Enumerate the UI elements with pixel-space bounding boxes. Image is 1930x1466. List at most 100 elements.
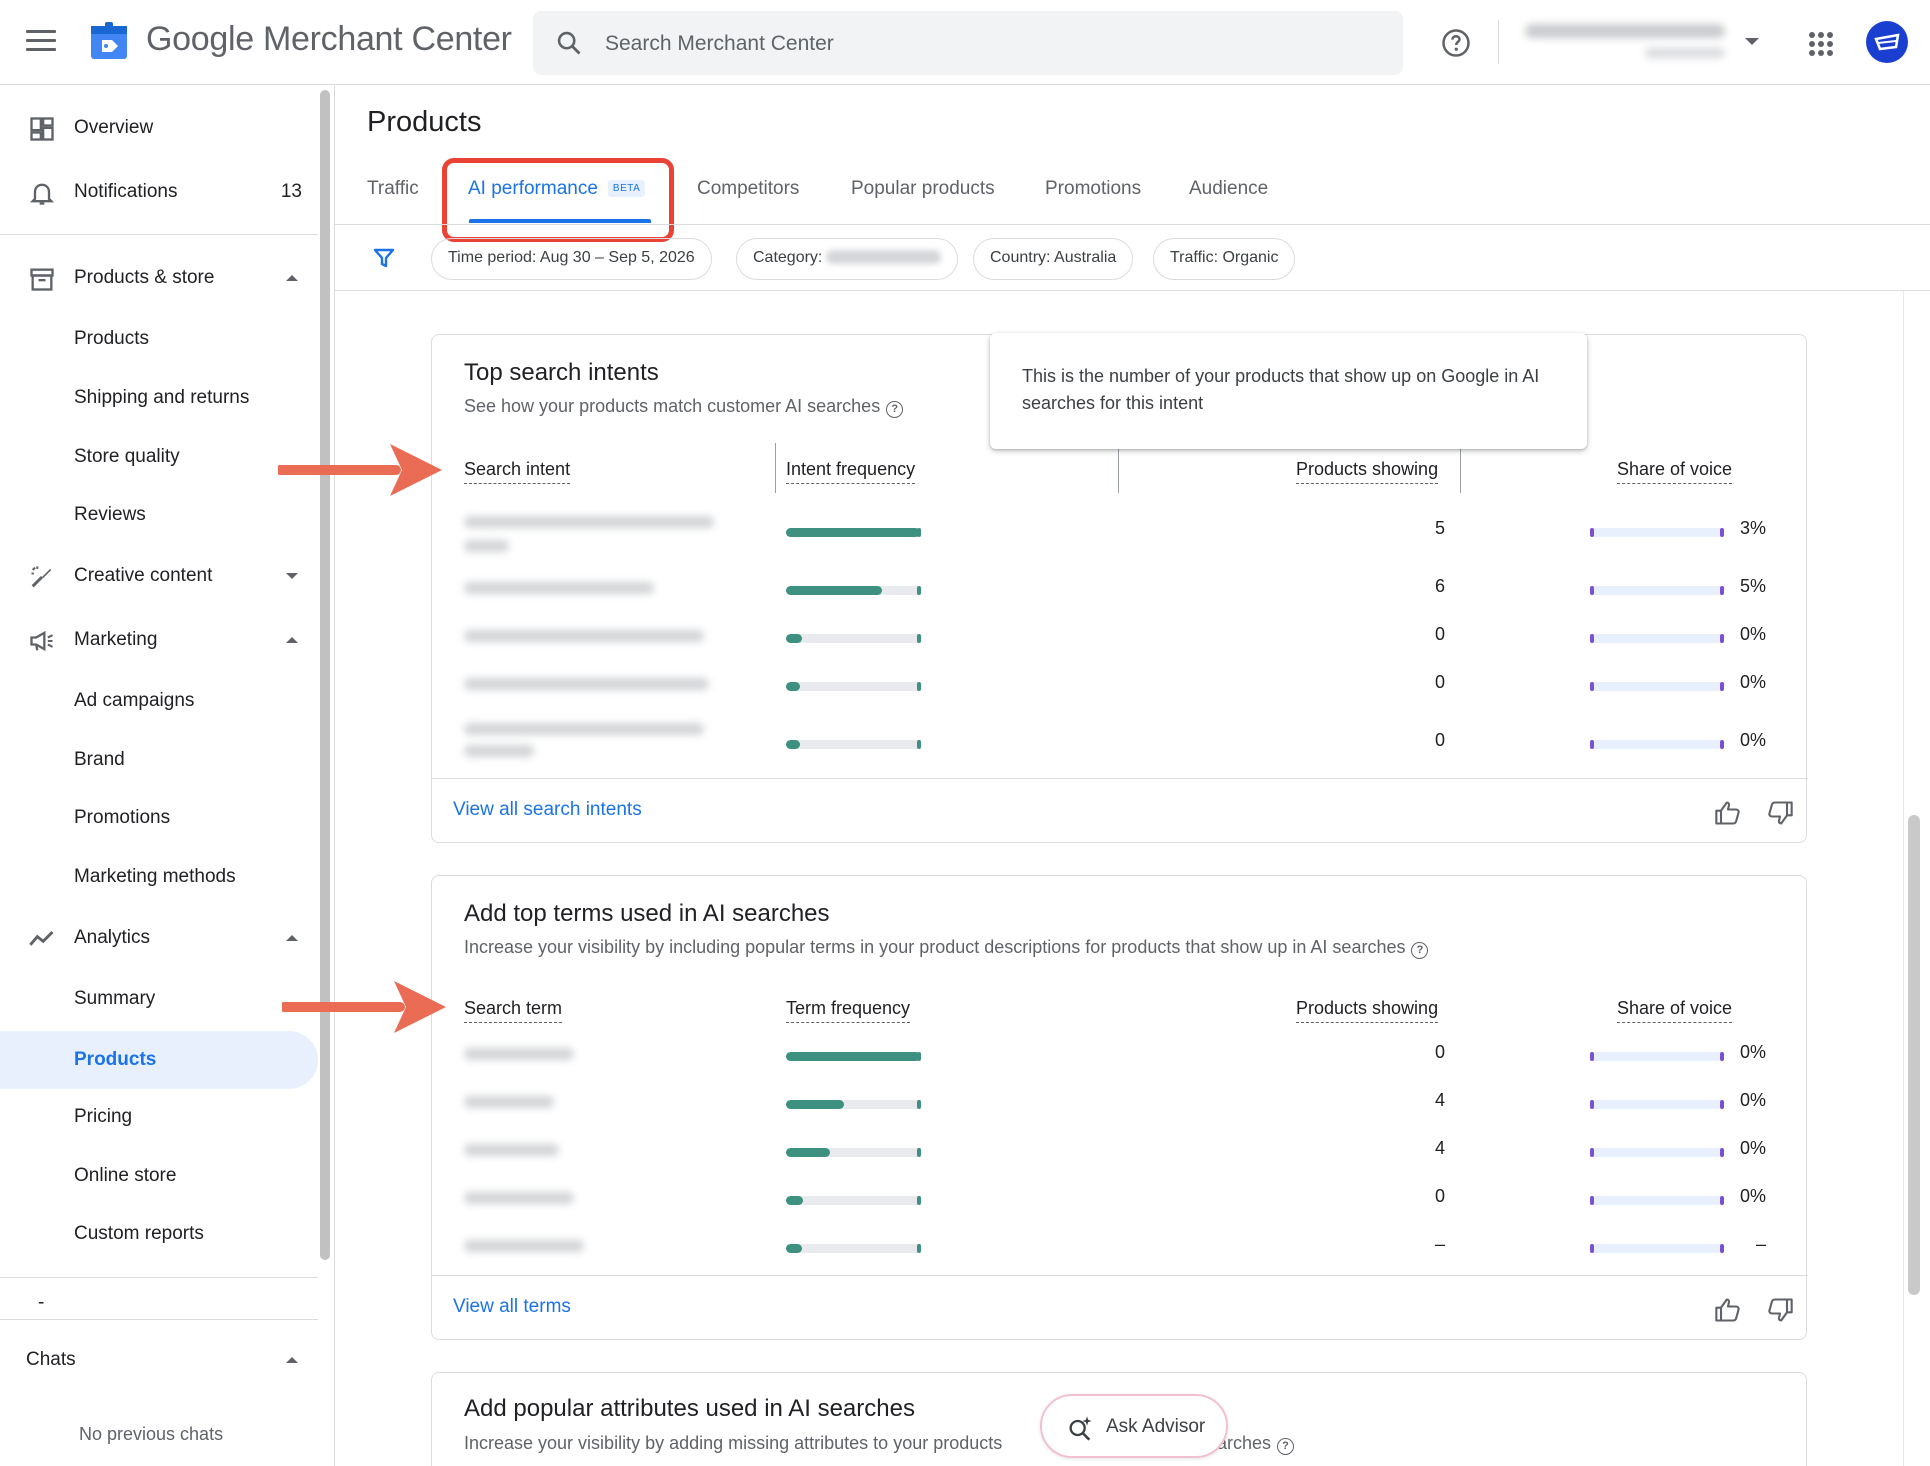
sidebar-item-label: Promotions [74, 807, 171, 828]
sidebar-item-pricing[interactable]: Pricing [0, 1088, 318, 1146]
sidebar-item-label: Creative content [74, 565, 213, 586]
sidebar-item-products[interactable]: Products [0, 310, 318, 368]
sidebar-item-shipping[interactable]: Shipping and returns [0, 369, 318, 427]
filter-chip-traffic[interactable]: Traffic: Organic [1153, 238, 1296, 280]
sidebar-item-overview[interactable]: Overview [0, 96, 318, 160]
sidebar-scrollbar[interactable] [320, 90, 330, 1260]
redacted-search-term [464, 1144, 559, 1156]
search-box[interactable]: Search Merchant Center [533, 11, 1403, 75]
share-of-voice-bar [1590, 1100, 1724, 1109]
sidebar-item-marketing-methods[interactable]: Marketing methods [0, 848, 318, 906]
frequency-bar-end [917, 682, 921, 691]
sidebar-item-promotions[interactable]: Promotions [0, 789, 318, 847]
filter-chip-category[interactable]: Category: [736, 238, 959, 280]
column-header-share-of-voice[interactable]: Share of voice [1617, 459, 1733, 484]
avatar[interactable] [1866, 21, 1908, 63]
sov-bar-start [1590, 682, 1594, 691]
sidebar-dash: - [38, 1292, 45, 1313]
sidebar-item-brand[interactable]: Brand [0, 731, 318, 789]
column-header-products-showing[interactable]: Products showing [1296, 998, 1439, 1023]
help-icon[interactable]: ? [886, 401, 904, 418]
store-icon [30, 268, 54, 291]
tab-label: AI performance [468, 178, 598, 199]
tab-audience[interactable]: Audience [1189, 178, 1268, 200]
sidebar-item-store-quality[interactable]: Store quality [0, 428, 318, 486]
products-showing-value: 0 [1434, 624, 1445, 644]
view-all-search-intents-link[interactable]: View all search intents [453, 799, 642, 821]
sidebar-item-custom-reports[interactable]: Custom reports [0, 1205, 318, 1263]
tab-ai-performance[interactable]: AI performance BETA [468, 178, 646, 200]
share-of-voice-bar [1590, 586, 1724, 595]
sidebar-item-ad-campaigns[interactable]: Ad campaigns [0, 672, 318, 730]
chats-section-header[interactable]: Chats [0, 1328, 318, 1392]
ask-advisor-button[interactable]: Ask Advisor [1040, 1394, 1228, 1458]
thumbs-down-icon[interactable] [1766, 1296, 1794, 1324]
redacted-search-term [464, 1192, 574, 1204]
sidebar-item-label: Marketing methods [74, 866, 236, 887]
header-divider [1498, 20, 1499, 64]
column-header-term-frequency[interactable]: Term frequency [786, 998, 911, 1023]
sidebar-item-creative-content[interactable]: Creative content [0, 544, 318, 608]
sov-bar-start [1590, 634, 1594, 643]
column-header-search-term[interactable]: Search term [464, 998, 563, 1023]
share-of-voice-value: 3% [1739, 518, 1766, 538]
chevron-down-icon[interactable] [1745, 38, 1759, 45]
frequency-bar [786, 740, 921, 749]
sov-bar-start [1590, 528, 1594, 537]
sidebar-item-label: Custom reports [74, 1223, 204, 1244]
sidebar-divider [0, 234, 318, 235]
share-of-voice-bar [1590, 1052, 1724, 1061]
notification-count: 13 [280, 181, 302, 202]
tabs-divider [335, 224, 1930, 225]
help-icon[interactable]: ? [1411, 942, 1429, 959]
sidebar-item-notifications[interactable]: Notifications 13 [0, 160, 318, 224]
card-title: Top search intents [464, 359, 659, 386]
sidebar-item-label: Products [74, 328, 149, 349]
help-icon[interactable]: ? [1277, 1438, 1295, 1455]
search-input[interactable]: Search Merchant Center [605, 32, 834, 56]
column-header-search-intent[interactable]: Search intent [464, 459, 571, 484]
sov-bar-start [1590, 586, 1594, 595]
tab-promotions[interactable]: Promotions [1045, 178, 1141, 200]
filter-icon[interactable] [372, 246, 396, 270]
sidebar-item-online-store[interactable]: Online store [0, 1147, 318, 1205]
tab-competitors[interactable]: Competitors [697, 178, 799, 200]
sidebar-item-products-store[interactable]: Products & store [0, 246, 318, 310]
brush-icon [31, 566, 52, 588]
column-header-products-showing[interactable]: Products showing [1296, 459, 1439, 484]
sov-bar-start [1590, 1196, 1594, 1205]
thumbs-up-icon[interactable] [1714, 799, 1742, 827]
card-subtitle: See how your products match customer AI … [464, 396, 904, 418]
tab-popular-products[interactable]: Popular products [851, 178, 995, 200]
tab-traffic[interactable]: Traffic [367, 178, 419, 200]
main-scrollbar[interactable] [1908, 815, 1920, 1295]
sov-bar-start [1590, 1244, 1594, 1253]
column-header-share-of-voice[interactable]: Share of voice [1617, 998, 1733, 1023]
thumbs-up-icon[interactable] [1714, 1296, 1742, 1324]
view-all-terms-link[interactable]: View all terms [453, 1296, 571, 1318]
sidebar-item-analytics[interactable]: Analytics [0, 906, 318, 970]
share-of-voice-value: 0% [1739, 1042, 1766, 1062]
no-chats-text: No previous chats [79, 1424, 224, 1444]
dashboard-icon [30, 117, 54, 141]
column-header-intent-frequency[interactable]: Intent frequency [786, 459, 916, 484]
sidebar-item-analytics-products[interactable]: Products [0, 1031, 318, 1089]
filter-chip-country[interactable]: Country: Australia [973, 238, 1134, 280]
frequency-bar-end [917, 1100, 921, 1109]
sidebar-item-marketing[interactable]: Marketing [0, 608, 318, 672]
annotation-arrow [282, 981, 446, 1033]
frequency-bar [786, 1244, 921, 1253]
sidebar-item-summary[interactable]: Summary [0, 970, 318, 1028]
redacted-search-intent [464, 745, 534, 757]
help-icon[interactable] [1441, 28, 1471, 58]
apps-icon[interactable] [1809, 32, 1833, 56]
thumbs-down-icon[interactable] [1766, 799, 1794, 827]
account-switcher[interactable] [1525, 20, 1725, 62]
frequency-bar-fill [786, 1052, 920, 1061]
sidebar-item-reviews[interactable]: Reviews [0, 486, 318, 544]
frequency-bar-end [917, 586, 921, 595]
frequency-bar-end [917, 740, 921, 749]
frequency-bar-fill [786, 634, 803, 643]
menu-icon[interactable] [26, 30, 56, 54]
filter-chip-time-period[interactable]: Time period: Aug 30 – Sep 5, 2026 [431, 238, 712, 280]
